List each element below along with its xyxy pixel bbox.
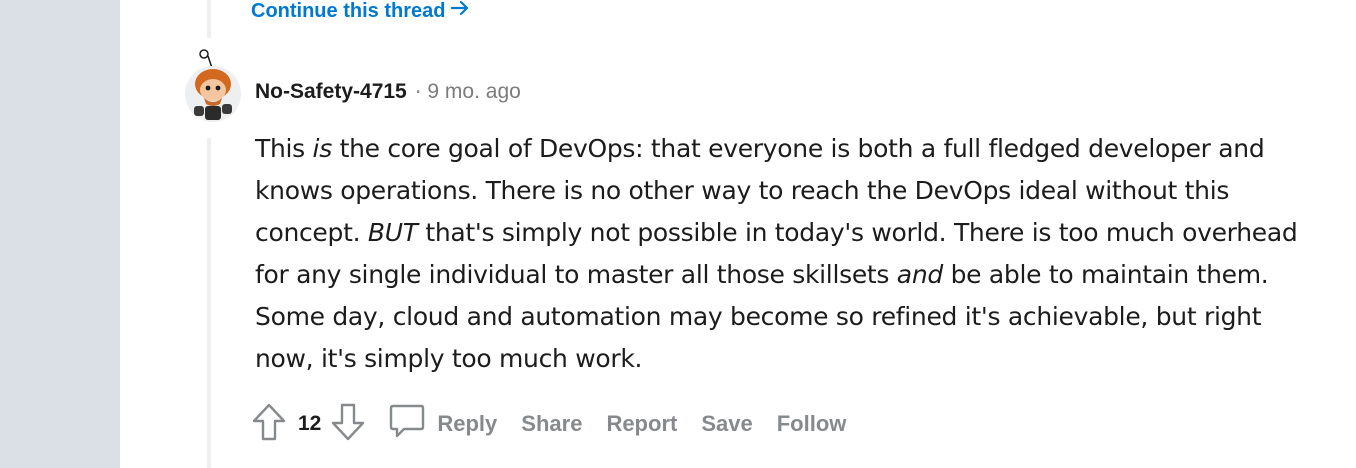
vote-score: 12 xyxy=(298,412,322,435)
meta-separator: · xyxy=(414,80,422,104)
comment-paragraph: This is the core goal of DevOps: that ev… xyxy=(255,128,1325,380)
speech-bubble-icon xyxy=(387,401,427,447)
arrow-right-icon xyxy=(449,0,471,25)
continue-thread-label: Continue this thread xyxy=(251,0,446,22)
reply-button[interactable]: Reply xyxy=(387,401,497,447)
comment-actions: 12 Reply Share Report Save Follow xyxy=(250,402,870,446)
comment-text-emphasis: is xyxy=(312,134,333,163)
report-label: Report xyxy=(606,411,678,436)
arrow-down-outline-icon xyxy=(329,401,367,447)
share-label: Share xyxy=(521,411,583,436)
follow-label: Follow xyxy=(776,411,847,436)
arrow-up-outline-icon xyxy=(250,401,288,447)
upvote-button[interactable] xyxy=(250,401,288,447)
follow-button[interactable]: Follow xyxy=(777,411,847,437)
thread-line-upper[interactable] xyxy=(207,0,211,38)
comment-author[interactable]: No-Safety-4715 xyxy=(255,80,407,104)
save-button[interactable]: Save xyxy=(701,411,752,437)
comment-timestamp[interactable]: 9 mo. ago xyxy=(427,80,520,104)
page-left-gutter xyxy=(0,0,120,468)
comment-text-emphasis: BUT xyxy=(367,218,418,247)
share-button[interactable]: Share xyxy=(521,411,582,437)
avatar[interactable] xyxy=(184,46,242,122)
comment-text-emphasis: and xyxy=(896,260,943,289)
comment-meta: No-Safety-4715 · 9 mo. ago xyxy=(255,80,521,104)
save-label: Save xyxy=(701,411,753,436)
comment-text-run: This xyxy=(255,134,313,163)
downvote-button[interactable] xyxy=(329,401,367,447)
thread-line-lower[interactable] xyxy=(207,138,211,468)
continue-thread-link[interactable]: Continue this thread xyxy=(251,0,471,26)
report-button[interactable]: Report xyxy=(606,411,677,437)
reply-label: Reply xyxy=(437,411,498,436)
comment-body: This is the core goal of DevOps: that ev… xyxy=(255,128,1325,380)
